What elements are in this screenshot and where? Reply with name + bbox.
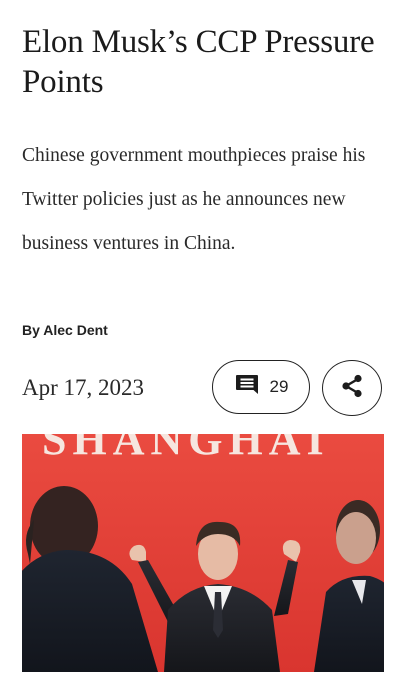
article: Elon Musk’s CCP Pressure Points Chinese … — [0, 0, 406, 680]
hero-photo: SHANGHAI — [22, 434, 384, 672]
article-title: Elon Musk’s CCP Pressure Points — [22, 24, 375, 100]
publish-date: Apr 17, 2023 — [22, 375, 145, 400]
hero-image[interactable]: SHANGHAI — [22, 434, 384, 672]
sign-text: SHANGHAI — [42, 434, 330, 464]
comment-icon — [234, 373, 260, 402]
share-button[interactable] — [322, 360, 382, 416]
author-byline[interactable]: By Alec Dent — [22, 322, 108, 338]
article-subtitle: Chinese government mouthpieces praise hi… — [22, 145, 366, 254]
comment-count: 29 — [269, 377, 289, 396]
comments-button[interactable]: 29 — [212, 360, 310, 414]
share-icon — [339, 373, 365, 404]
